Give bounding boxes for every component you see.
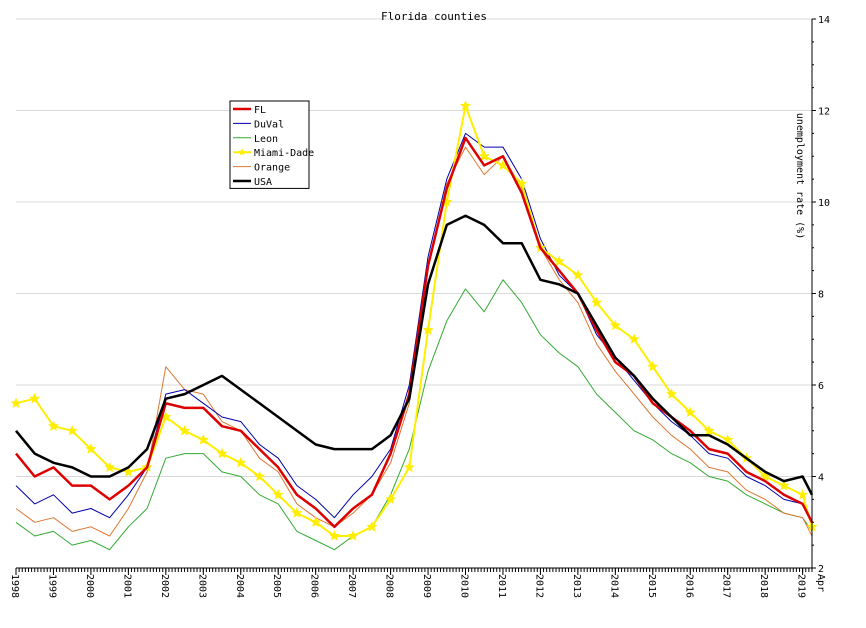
y-tick-label: 14: [818, 15, 830, 26]
legend-label: Miami-Dade: [254, 148, 314, 159]
x-tick-label: 2015: [646, 574, 657, 598]
y-axis-label: unemployment rate (%): [794, 113, 805, 239]
x-tick-label: 2002: [159, 574, 170, 598]
legend-label: Leon: [254, 134, 278, 145]
x-tick-label: 2000: [84, 574, 95, 598]
series-marker-miami-dade: [459, 100, 472, 111]
x-tick-label: 2004: [234, 574, 245, 598]
x-tick-label: 2010: [459, 574, 470, 598]
x-tick-label: 2016: [683, 574, 694, 598]
y-tick-label: 4: [818, 473, 824, 484]
legend-label: DuVal: [254, 119, 284, 130]
x-tick-label: 2019: [796, 574, 807, 598]
axes: 24681012141998 1999 2000 2001 2002 2003 2004 20…: [9, 15, 830, 598]
series-marker-miami-dade: [422, 324, 434, 335]
x-tick-label: 2017: [721, 574, 732, 598]
x-tick-label: 1999: [46, 574, 57, 598]
legend-label: Orange: [254, 163, 290, 174]
series-marker-miami-dade: [403, 461, 415, 473]
series-marker-miami-dade: [797, 488, 809, 500]
x-tick-label-last: Apr: [815, 574, 826, 592]
x-tick-label: 2013: [571, 574, 582, 598]
legend-label: FL: [254, 105, 266, 116]
y-tick-label: 12: [818, 107, 830, 118]
grid-lines: [16, 18, 812, 569]
series-marker-miami-dade: [10, 397, 22, 408]
x-tick-label: 2012: [533, 574, 544, 598]
y-tick-label: 10: [818, 198, 830, 209]
x-tick-label: 1998: [9, 574, 20, 598]
x-tick-label: 2001: [121, 574, 132, 598]
x-tick-label: 2003: [196, 574, 207, 598]
y-tick-label: 6: [818, 381, 824, 392]
legend: FL DuVal Leon Miami-Dade Orange USA: [229, 100, 314, 189]
x-tick-label: 2018: [758, 574, 769, 598]
series-line-fl: [15, 136, 814, 529]
series-layer: [10, 100, 818, 551]
x-tick-label: 2008: [384, 574, 395, 598]
x-tick-label: 2014: [608, 574, 619, 598]
series-marker-miami-dade: [29, 392, 41, 404]
line-chart: 24681012141998 1999 2000 2001 2002 2003 2004 20…: [9, 10, 830, 598]
chart-title: Florida counties: [381, 10, 487, 23]
x-tick-label: 2005: [271, 574, 282, 598]
legend-label: USA: [254, 177, 272, 188]
x-tick-label: 2009: [421, 574, 432, 598]
x-tick-label: 2006: [309, 574, 320, 598]
x-tick-label: 2007: [346, 574, 357, 598]
x-tick-label: 2011: [496, 574, 507, 598]
series-line-miami-dade: [15, 104, 813, 537]
y-tick-label: 8: [818, 290, 824, 301]
